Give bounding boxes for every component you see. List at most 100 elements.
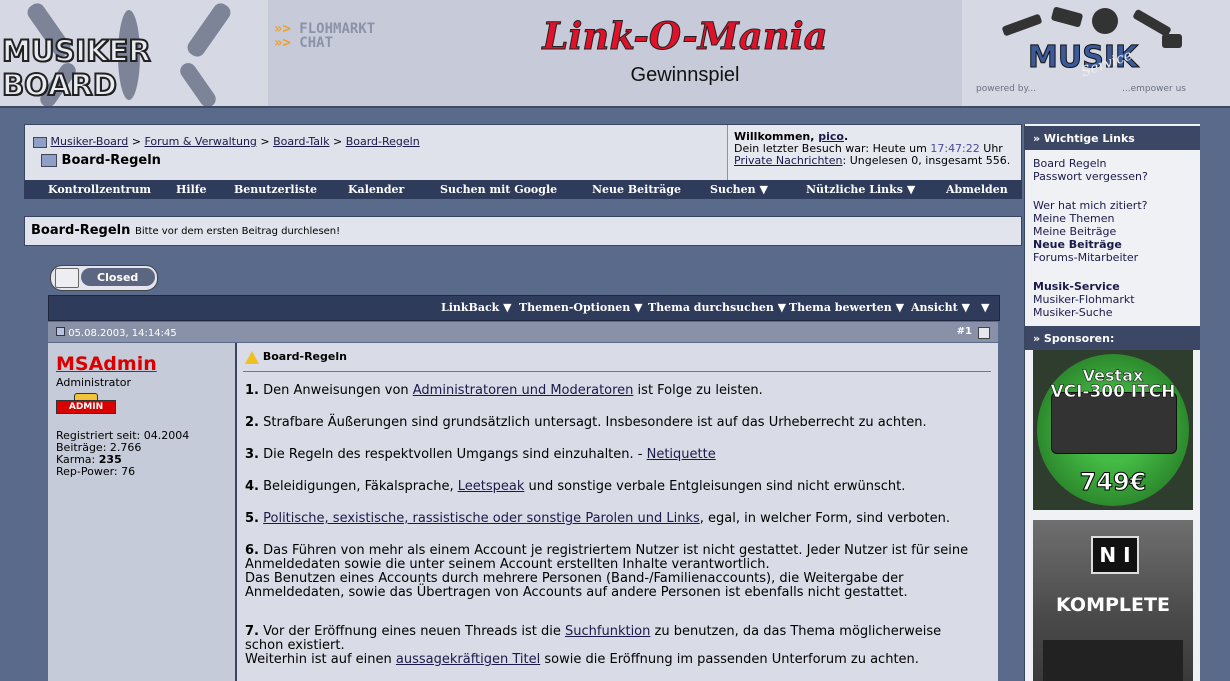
nav-suchen-menu[interactable]: Suchen ▼ <box>710 183 768 196</box>
breadcrumb-link[interactable]: Board-Regeln <box>346 135 420 148</box>
breadcrumb: Musiker-Board > Forum & Verwaltung > Boa… <box>33 135 420 148</box>
nav-nuetzliche-links-menu[interactable]: Nützliche Links ▼ <box>806 183 915 196</box>
rule-link[interactable]: aussagekräftigen Titel <box>396 652 540 667</box>
banner-title[interactable]: Link-O-Mania <box>540 14 830 59</box>
nav-benutzerliste[interactable]: Benutzerliste <box>234 183 317 196</box>
empower-us-text: ...empower us <box>1122 84 1186 94</box>
welcome-panel: Willkommen, pico. Dein letzter Besuch wa… <box>727 125 1021 180</box>
rule-text: , egal, in welcher Form, sind verboten. <box>699 511 950 526</box>
author-name-link[interactable]: MSAdmin <box>56 353 157 375</box>
sidebar-link-meine-beitraege[interactable]: Meine Beiträge <box>1033 225 1116 238</box>
sidebar-link-neue-beitraege[interactable]: Neue Beiträge <box>1033 238 1122 251</box>
post-status-icon <box>56 327 65 336</box>
nav-suchen-google[interactable]: Suchen mit Google <box>440 183 557 196</box>
private-messages-link[interactable]: Private Nachrichten <box>734 154 843 167</box>
sidebar-link-musik-service[interactable]: Musik-Service <box>1033 280 1120 293</box>
right-sidebar: » Wichtige Links Board Regeln Passwort v… <box>1024 124 1200 681</box>
breadcrumb-box: Musiker-Board > Forum & Verwaltung > Boa… <box>24 124 1022 181</box>
sidebar-link-musiker-suche[interactable]: Musiker-Suche <box>1033 306 1113 319</box>
rule-text: sowie die Eröffnung im passenden Unterfo… <box>540 652 919 667</box>
rule-text: Anmeldedaten sowie die unter seinem Acco… <box>245 557 770 572</box>
author-role: Administrator <box>56 376 131 389</box>
ad-screenshot-graphic <box>1043 640 1183 681</box>
rule-text: Weiterhin ist auf einen <box>245 652 396 667</box>
rule-link[interactable]: Netiquette <box>647 447 716 462</box>
rule-link[interactable]: Politische, sexistische, rassistische od… <box>263 511 700 526</box>
ni-logo: N I <box>1091 536 1139 574</box>
post-title: Board-Regeln <box>245 350 347 364</box>
sidebar-link-zitiert[interactable]: Wer hat mich zitiert? <box>1033 199 1147 212</box>
closed-thread-button[interactable]: Closed <box>50 265 158 291</box>
forum-title-box: Board-Regeln Bitte vor dem ersten Beitra… <box>24 216 1022 246</box>
admin-badge-label: ADMIN <box>56 400 116 414</box>
musik-service-logo[interactable]: MUSIK Service powered by... ...empower u… <box>962 0 1230 106</box>
post-divider <box>243 371 991 372</box>
post-date-text: 05.08.2003, 14:14:45 <box>68 328 177 339</box>
breadcrumb-link[interactable]: Musiker-Board <box>51 135 129 148</box>
rule-text: Beleidigungen, Fäkalsprache, <box>258 479 458 494</box>
site-header: MUSIKER BOARD »> FLOHMARKT »> CHAT Link-… <box>0 0 1230 108</box>
breadcrumb-separator: > <box>332 135 343 148</box>
ansicht-menu[interactable]: Ansicht ▼ <box>911 301 970 314</box>
warning-icon <box>245 350 259 364</box>
rule-number: 1. <box>245 383 259 398</box>
current-page-label: Board-Regeln <box>61 153 161 168</box>
forum-title: Board-Regeln <box>31 223 131 238</box>
sidebar-header-sponsoren: » Sponsoren: <box>1025 326 1200 350</box>
main-navbar: Kontrollzentrum Hilfe Benutzerliste Kale… <box>24 180 1022 199</box>
sidebar-link-board-regeln[interactable]: Board Regeln <box>1033 157 1107 170</box>
nav-abmelden[interactable]: Abmelden <box>946 183 1008 196</box>
sidebar-link-passwort[interactable]: Passwort vergessen? <box>1033 170 1148 183</box>
more-menu[interactable]: ▼ <box>981 301 989 314</box>
nav-neue-beitraege[interactable]: Neue Beiträge <box>592 183 681 196</box>
rule-text: und sonstige verbale Entgleisungen sind … <box>524 479 906 494</box>
rule-item: 3. Die Regeln des respektvollen Umgangs … <box>245 448 995 462</box>
rule-item: 1. Den Anweisungen von Administratoren u… <box>245 384 995 398</box>
thema-durchsuchen-menu[interactable]: Thema durchsuchen ▼ <box>648 301 786 314</box>
nav-kalender[interactable]: Kalender <box>348 183 404 196</box>
post-number-link[interactable]: #1 <box>957 326 972 337</box>
linkback-menu[interactable]: LinkBack ▼ <box>441 301 512 314</box>
breadcrumb-separator: > <box>131 135 141 148</box>
banner-subtitle[interactable]: Gewinnspiel <box>540 64 830 87</box>
forum-subtitle: Bitte vor dem ersten Beitrag durchlesen! <box>135 226 341 237</box>
sidebar-link-meine-themen[interactable]: Meine Themen <box>1033 212 1114 225</box>
ad-product: VCI-300 ITCH <box>1050 382 1176 403</box>
post-date: 05.08.2003, 14:14:45 <box>56 327 177 339</box>
post-select-checkbox[interactable] <box>978 327 990 339</box>
rule-number: 2. <box>245 415 259 430</box>
rule-text: Vor der Eröffnung eines neuen Threads is… <box>258 624 566 639</box>
rule-link[interactable]: Leetspeak <box>458 479 525 494</box>
closed-folder-icon <box>55 268 79 288</box>
rule-text: Strafbare Äußerungen sind grundsätzlich … <box>258 415 927 430</box>
thema-bewerten-menu[interactable]: Thema bewerten ▼ <box>789 301 904 314</box>
breadcrumb-link[interactable]: Forum & Verwaltung <box>144 135 256 148</box>
sponsor-ad-vestax[interactable]: Vestax VCI-300 ITCH 749€ <box>1033 350 1193 510</box>
rule-link[interactable]: Suchfunktion <box>565 624 650 639</box>
rule-number: 3. <box>245 447 259 462</box>
nav-kontrollzentrum[interactable]: Kontrollzentrum <box>48 183 151 196</box>
rule-number: 4. <box>245 479 259 494</box>
sidebar-link-mitarbeiter[interactable]: Forums-Mitarbeiter <box>1033 251 1138 264</box>
rule-text: zu benutzen, da das Thema möglicherweise <box>650 624 942 639</box>
rule-link[interactable]: Administratoren und Moderatoren <box>413 383 634 398</box>
rule-item: 7. Vor der Eröffnung eines neuen Threads… <box>245 625 995 667</box>
author-stats: Registriert seit: 04.2004 Beiträge: 2.76… <box>56 430 189 478</box>
sponsor-ad-komplete[interactable]: N I KOMPLETE <box>1033 520 1193 681</box>
musiker-board-logo[interactable]: MUSIKER BOARD <box>0 0 268 106</box>
admin-badge: ADMIN <box>56 393 116 415</box>
sidebar-header-label: » Sponsoren: <box>1033 332 1115 345</box>
post-body: Board-Regeln 1. Den Anweisungen von Admi… <box>237 343 998 681</box>
breadcrumb-link[interactable]: Board-Talk <box>273 135 329 148</box>
flohmarkt-chat-links[interactable]: »> FLOHMARKT »> CHAT <box>274 22 375 50</box>
logo-text: MUSIKER BOARD <box>1 33 152 103</box>
sidebar-link-flohmarkt[interactable]: Musiker-Flohmarkt <box>1033 293 1135 306</box>
chat-link[interactable]: CHAT <box>299 35 333 51</box>
themen-optionen-menu[interactable]: Themen-Optionen ▼ <box>519 301 643 314</box>
closed-label: Closed <box>97 271 139 284</box>
folder-icon <box>33 136 47 148</box>
nav-hilfe[interactable]: Hilfe <box>176 183 206 196</box>
sidebar-header-label: » Wichtige Links <box>1033 132 1135 145</box>
rule-text: Den Anweisungen von <box>258 383 413 398</box>
rule-text: Die Regeln des respektvollen Umgangs sin… <box>258 447 647 462</box>
